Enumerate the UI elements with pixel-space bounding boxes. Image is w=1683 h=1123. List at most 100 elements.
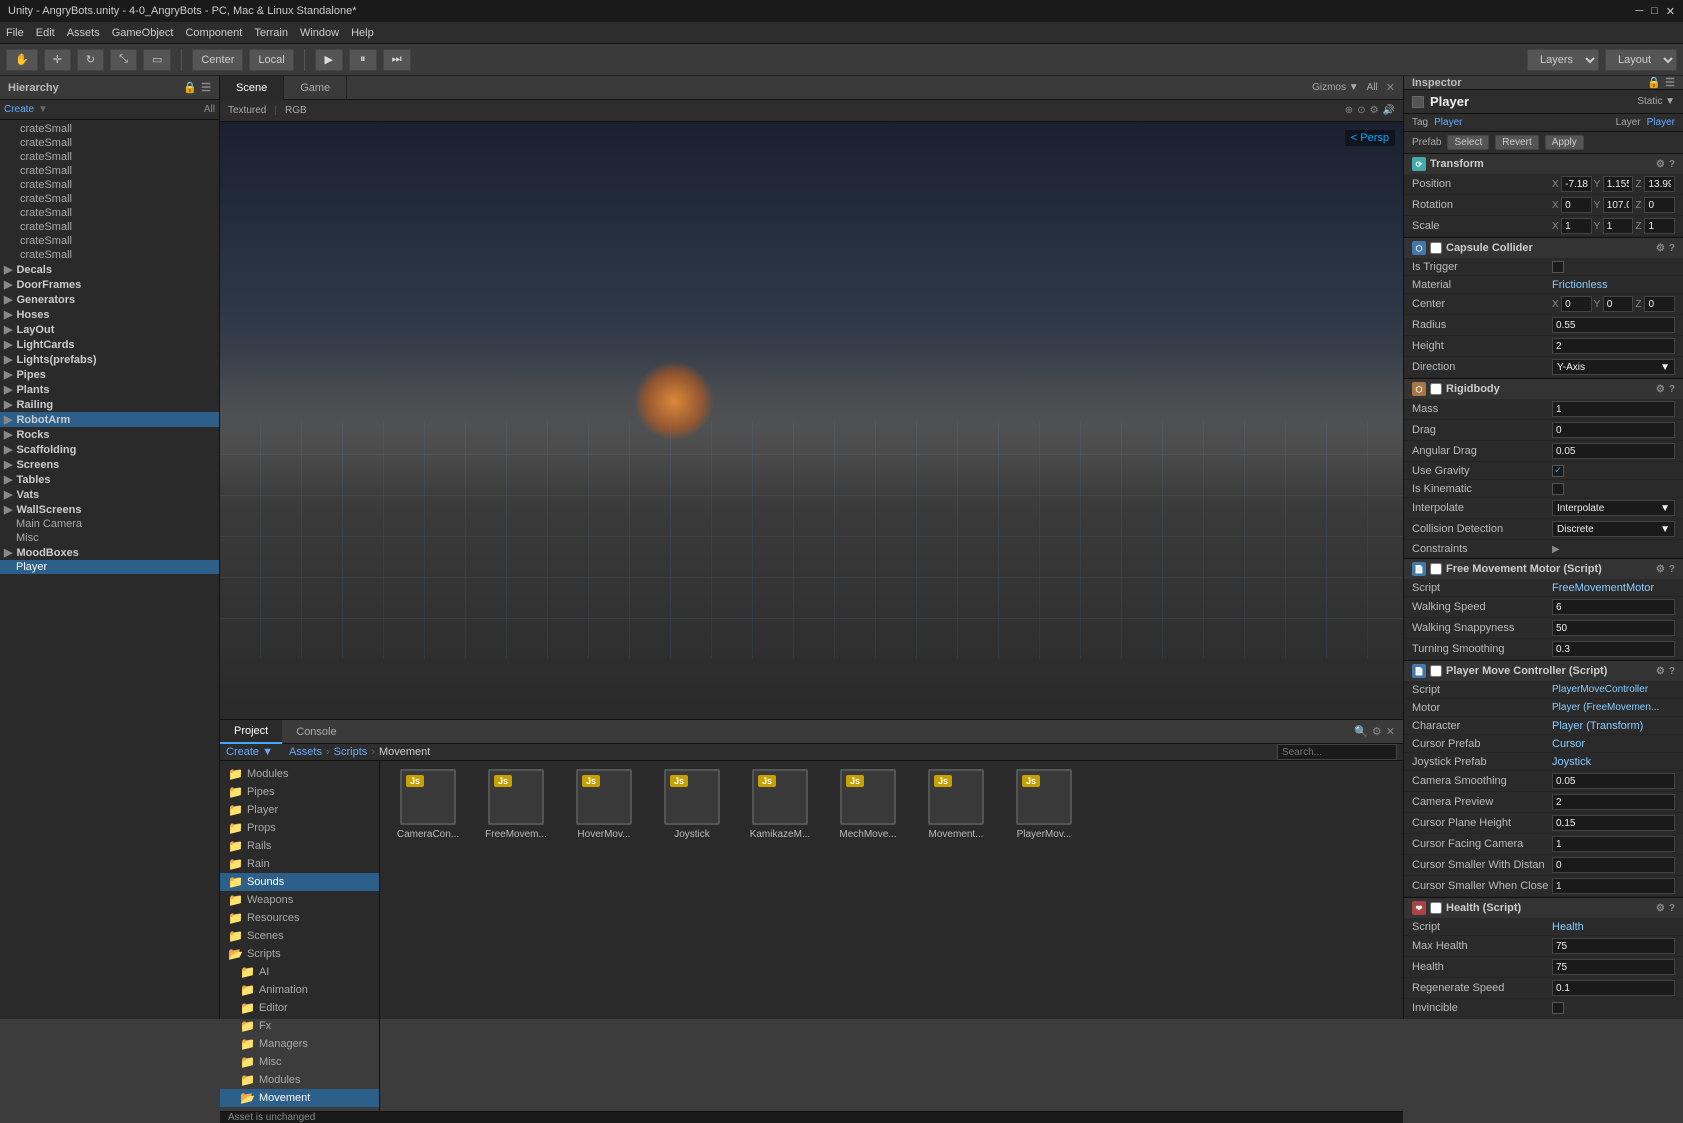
tree-props[interactable]: 📁Props <box>220 819 379 837</box>
mass-input[interactable] <box>1552 401 1675 417</box>
settings-icon[interactable]: ⚙ <box>1656 159 1665 170</box>
cam-smoothing-input[interactable] <box>1552 773 1675 789</box>
scene-tool4[interactable]: 🔊 <box>1383 105 1395 116</box>
center-x[interactable] <box>1561 296 1592 312</box>
tree-scenes[interactable]: 📁Scenes <box>220 927 379 945</box>
pos-y[interactable] <box>1603 176 1634 192</box>
pos-x[interactable] <box>1561 176 1592 192</box>
tab-scene[interactable]: Scene <box>220 76 284 100</box>
settings-icon[interactable]: ⚙ <box>1656 384 1665 395</box>
scene-tool3[interactable]: ⚙ <box>1370 105 1379 116</box>
component-pmc-header[interactable]: 📄 Player Move Controller (Script) ⚙ ? <box>1404 661 1683 681</box>
breadcrumb-assets[interactable]: Assets <box>289 746 322 758</box>
hierarchy-group-scaffolding[interactable]: ▶Scaffolding <box>0 442 219 457</box>
menu-gameobject[interactable]: GameObject <box>112 27 174 39</box>
menu-window[interactable]: Window <box>300 27 339 39</box>
tree-ai[interactable]: 📁AI <box>220 963 379 981</box>
help-icon[interactable]: ? <box>1669 564 1675 575</box>
hierarchy-group-lights[interactable]: ▶Lights(prefabs) <box>0 352 219 367</box>
health-script-value[interactable]: Health <box>1552 921 1675 933</box>
comp-enabled[interactable] <box>1430 242 1442 254</box>
file-kamikaze[interactable]: Js KamikazeM... <box>740 769 820 840</box>
component-free-movement-header[interactable]: 📄 Free Movement Motor (Script) ⚙ ? <box>1404 559 1683 579</box>
tree-rails[interactable]: 📁Rails <box>220 837 379 855</box>
hierarchy-group-tables[interactable]: ▶Tables <box>0 472 219 487</box>
select-btn[interactable]: Select <box>1447 135 1489 150</box>
hierarchy-lock-icon[interactable]: 🔒 <box>183 81 197 94</box>
tree-animation[interactable]: 📁Animation <box>220 981 379 999</box>
hierarchy-group-rocks[interactable]: ▶Rocks <box>0 427 219 442</box>
collision-dropdown[interactable]: Discrete▼ <box>1552 521 1675 537</box>
hand-tool[interactable]: ✋ <box>6 49 38 71</box>
help-icon[interactable]: ? <box>1669 159 1675 170</box>
hierarchy-item-maincamera[interactable]: Main Camera <box>0 517 219 531</box>
interpolate-dropdown[interactable]: Interpolate▼ <box>1552 500 1675 516</box>
hierarchy-group-robotarm[interactable]: ▶RobotArm <box>0 412 219 427</box>
component-transform-header[interactable]: ⟳ Transform ⚙ ? <box>1404 154 1683 174</box>
script-value[interactable]: PlayerMoveController <box>1552 684 1675 695</box>
file-playermovement[interactable]: Js PlayerMov... <box>1004 769 1084 840</box>
tree-misc[interactable]: 📁Misc <box>220 1053 379 1071</box>
health-input[interactable] <box>1552 959 1675 975</box>
file-movement[interactable]: Js Movement... <box>916 769 996 840</box>
scale-z[interactable] <box>1644 218 1675 234</box>
layer-value[interactable]: Player <box>1647 117 1675 128</box>
menu-help[interactable]: Help <box>351 27 374 39</box>
hierarchy-group-doorframes[interactable]: ▶DoorFrames <box>0 277 219 292</box>
direction-dropdown[interactable]: Y-Axis▼ <box>1552 359 1675 375</box>
hierarchy-item[interactable]: crateSmall <box>0 150 219 164</box>
hierarchy-item[interactable]: crateSmall <box>0 122 219 136</box>
component-rigidbody-header[interactable]: ⬡ Rigidbody ⚙ ? <box>1404 379 1683 399</box>
material-value[interactable]: Frictionless <box>1552 279 1675 291</box>
help-icon[interactable]: ? <box>1669 903 1675 914</box>
regen-input[interactable] <box>1552 980 1675 996</box>
max-health-input[interactable] <box>1552 938 1675 954</box>
pivot-toggle[interactable]: Center <box>192 49 243 71</box>
comp-enabled[interactable] <box>1430 383 1442 395</box>
hierarchy-group-wallscreens[interactable]: ▶WallScreens <box>0 502 219 517</box>
angular-drag-input[interactable] <box>1552 443 1675 459</box>
hierarchy-group-pipes[interactable]: ▶Pipes <box>0 367 219 382</box>
drag-input[interactable] <box>1552 422 1675 438</box>
cursor-facing-input[interactable] <box>1552 836 1675 852</box>
hierarchy-item[interactable]: crateSmall <box>0 234 219 248</box>
settings-icon[interactable]: ⚙ <box>1656 903 1665 914</box>
pause-button[interactable]: ⏸ <box>349 49 377 71</box>
height-input[interactable] <box>1552 338 1675 354</box>
rgb-dropdown[interactable]: RGB <box>285 105 307 116</box>
gizmos-btn[interactable]: Gizmos ▼ <box>1312 82 1359 93</box>
maximize-btn[interactable]: □ <box>1651 5 1658 18</box>
file-cameracontroller[interactable]: Js CameraCon... <box>388 769 468 840</box>
menu-component[interactable]: Component <box>185 27 242 39</box>
trigger-checkbox[interactable] <box>1552 261 1564 273</box>
tree-editor[interactable]: 📁Editor <box>220 999 379 1017</box>
tree-resources[interactable]: 📁Resources <box>220 909 379 927</box>
cursor-height-input[interactable] <box>1552 815 1675 831</box>
hierarchy-group-generators[interactable]: ▶Generators <box>0 292 219 307</box>
tree-pipes[interactable]: 📁Pipes <box>220 783 379 801</box>
component-capsule-header[interactable]: ⬡ Capsule Collider ⚙ ? <box>1404 238 1683 258</box>
joystick-prefab-value[interactable]: Joystick <box>1552 756 1675 768</box>
scene-viewport[interactable]: < Persp <box>220 122 1403 719</box>
minimize-btn[interactable]: ─ <box>1635 5 1643 18</box>
breadcrumb-movement[interactable]: Movement <box>379 746 430 758</box>
tree-managers[interactable]: 📁Managers <box>220 1035 379 1053</box>
cursor-smaller-dist-input[interactable] <box>1552 857 1675 873</box>
menu-file[interactable]: File <box>6 27 24 39</box>
hierarchy-group-hoses[interactable]: ▶Hoses <box>0 307 219 322</box>
tree-scripts[interactable]: 📂Scripts <box>220 945 379 963</box>
move-tool[interactable]: ✛ <box>44 49 71 71</box>
file-mechmovement[interactable]: Js MechMove... <box>828 769 908 840</box>
project-search[interactable] <box>1277 744 1397 760</box>
apply-btn[interactable]: Apply <box>1545 135 1584 150</box>
hierarchy-group-moodboxes[interactable]: ▶MoodBoxes <box>0 545 219 560</box>
menu-assets[interactable]: Assets <box>67 27 100 39</box>
turning-input[interactable] <box>1552 641 1675 657</box>
scale-y[interactable] <box>1603 218 1634 234</box>
file-hovermovement[interactable]: Js HoverMov... <box>564 769 644 840</box>
tag-value[interactable]: Player <box>1434 117 1462 128</box>
hierarchy-group-plants[interactable]: ▶Plants <box>0 382 219 397</box>
scale-x[interactable] <box>1561 218 1592 234</box>
proj-tool1[interactable]: ⚙ <box>1372 725 1382 738</box>
scene-tool1[interactable]: ⊕ <box>1345 105 1353 116</box>
